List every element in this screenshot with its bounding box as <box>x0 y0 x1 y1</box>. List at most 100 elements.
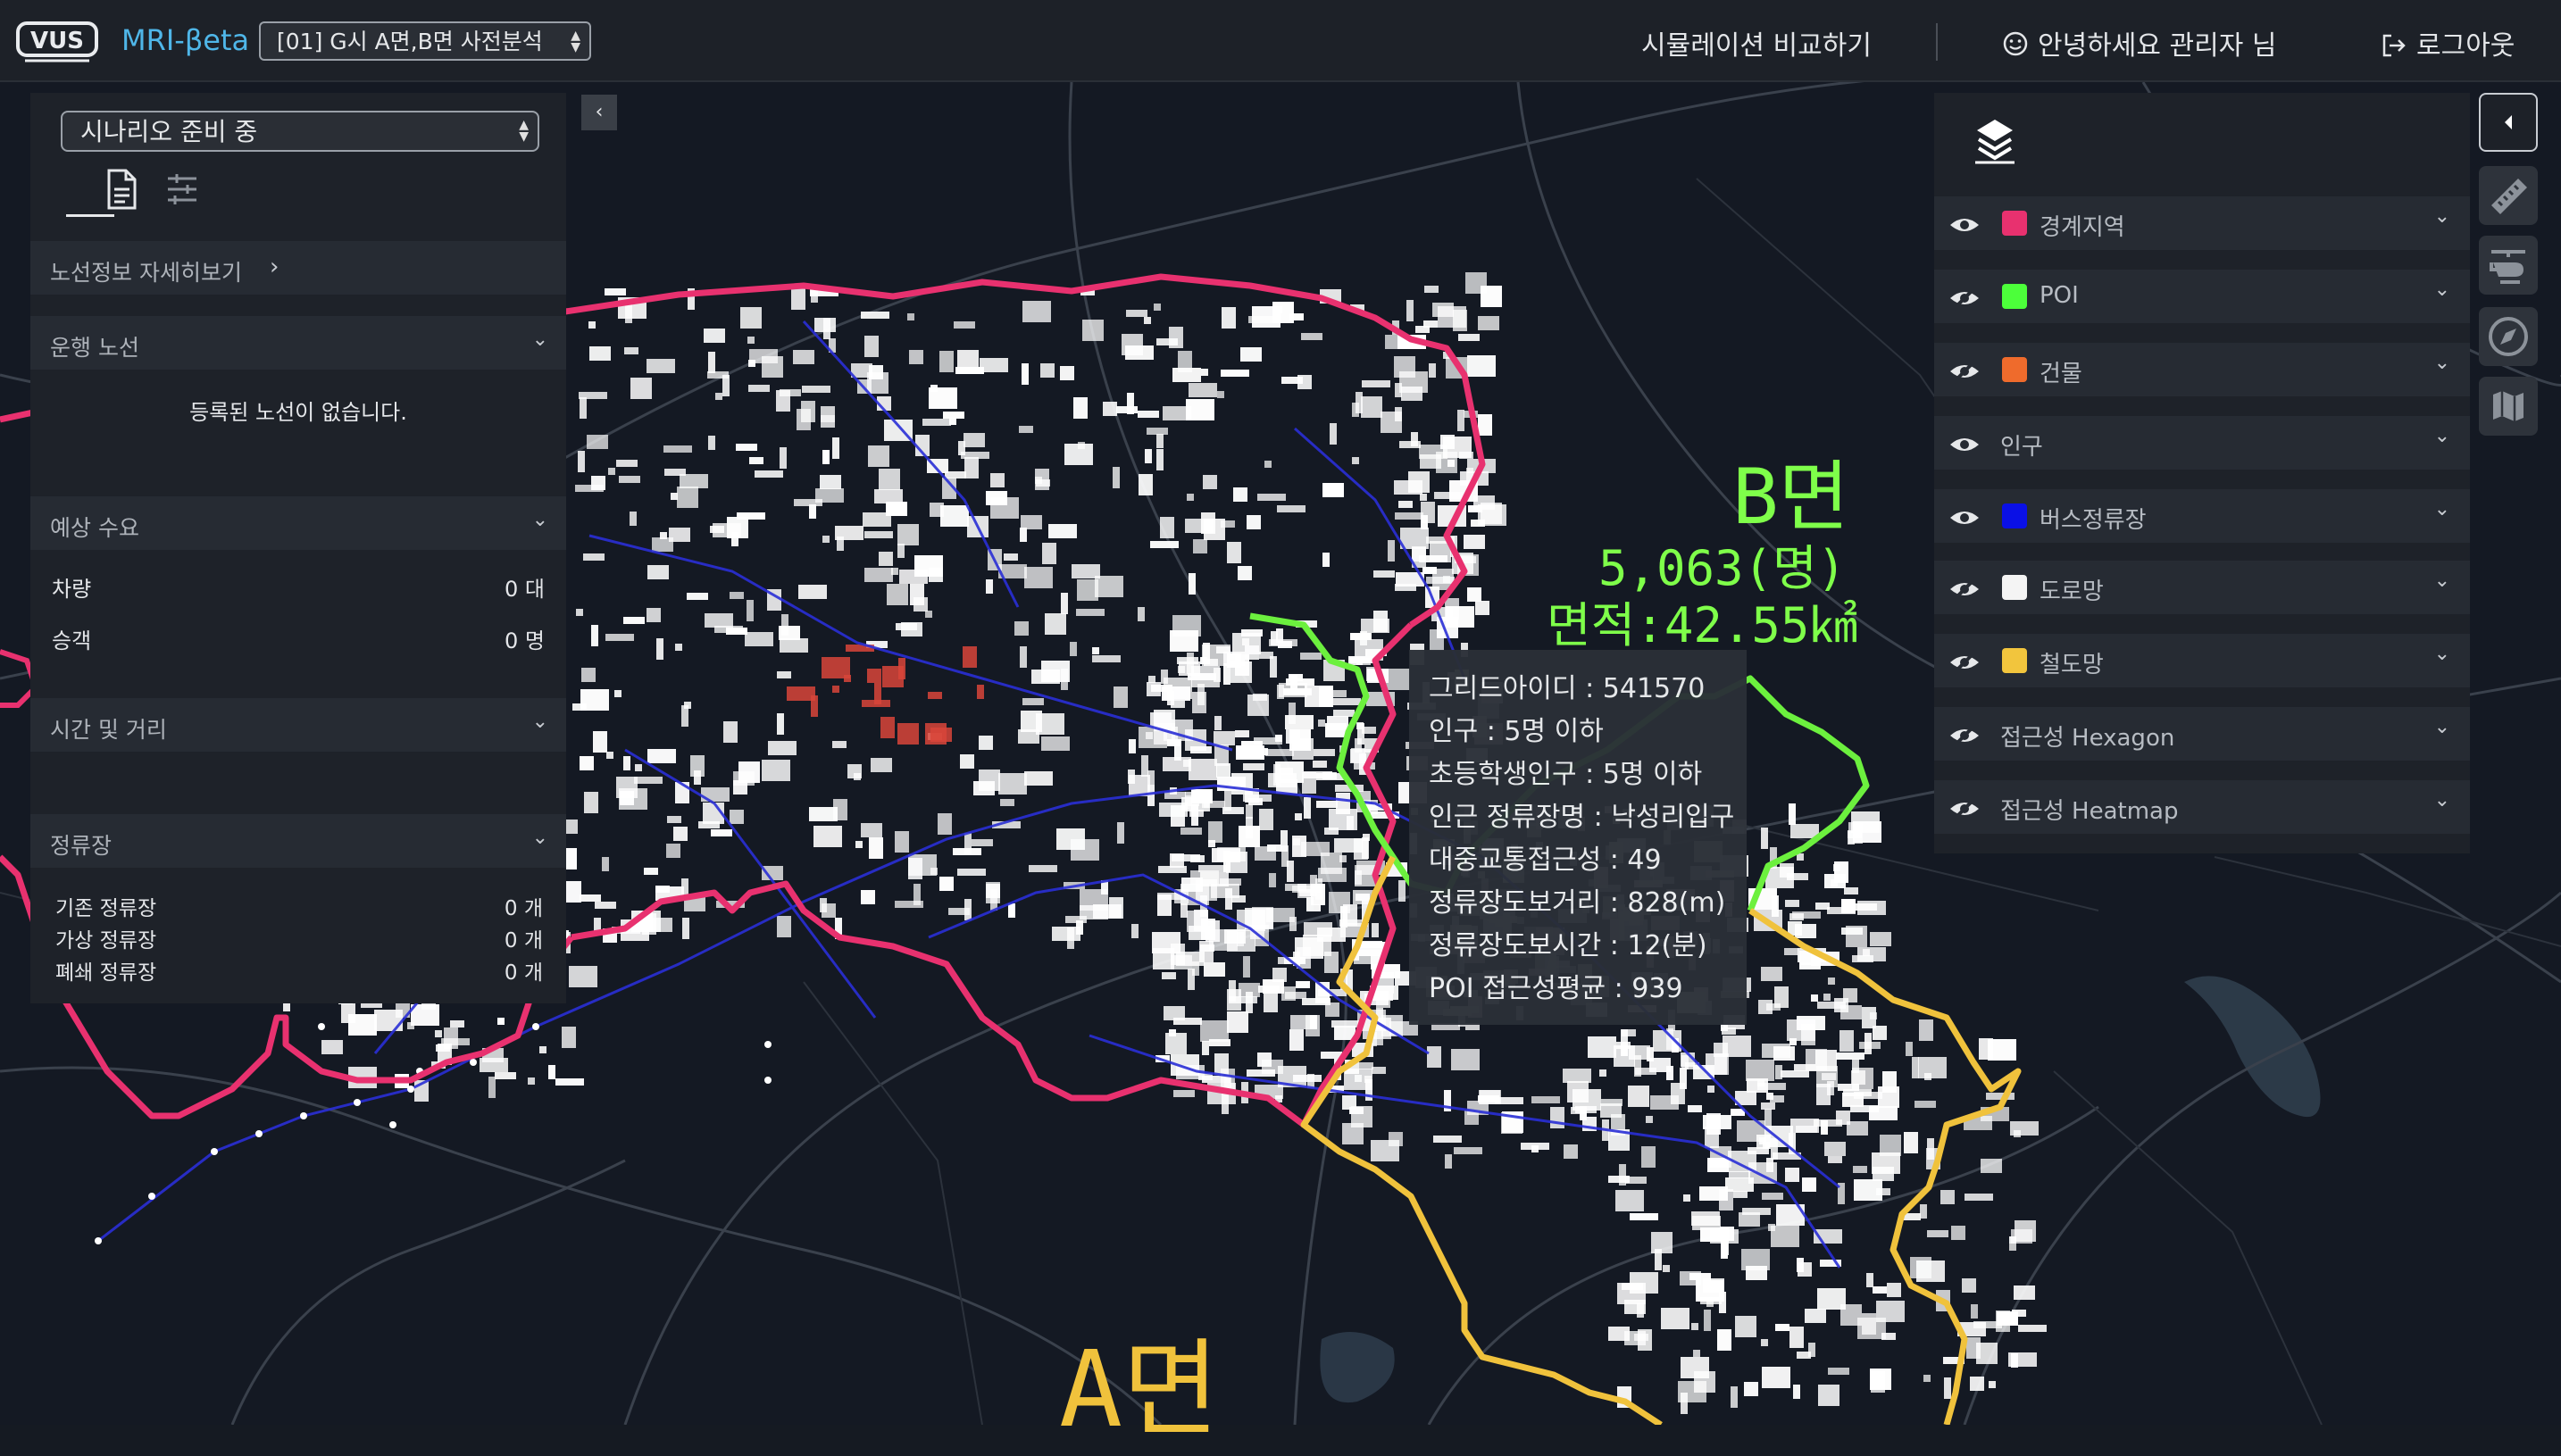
ruler-tool-button[interactable] <box>2479 166 2538 225</box>
chevron-down-icon: ⌄ <box>531 329 548 351</box>
active-tab-indicator <box>66 214 114 217</box>
logout-icon <box>2382 34 2406 57</box>
svg-text:VUS: VUS <box>30 28 84 54</box>
section-header-stops[interactable]: 정류장 ⌄ <box>30 814 566 868</box>
chevron-down-icon: ⌄ <box>531 827 548 849</box>
eye-icon[interactable] <box>1947 505 1982 530</box>
eye-slash-icon[interactable] <box>1947 286 1982 311</box>
layer-color-swatch <box>2002 357 2027 382</box>
chevron-down-icon[interactable]: ⌄ <box>2434 279 2450 301</box>
scenario-status-value: 시나리오 준비 중 <box>80 117 258 146</box>
scenario-panel: 시나리오 준비 중 ▲ ▼ 노선정보 자세히보기 › 운행 노선 ⌄ 등록된 노선… <box>30 93 566 1003</box>
nav-divider <box>1936 23 1938 61</box>
updown-arrows-icon: ▲ ▼ <box>571 29 580 54</box>
tooltip-grid-id: 그리드아이디 : 541570 <box>1429 673 1706 704</box>
stops-closed-value: 0 개 <box>504 961 543 985</box>
tooltip-elementary-population: 초등학생인구 : 5명 이하 <box>1429 759 1703 790</box>
chevron-down-icon[interactable]: ⌄ <box>2434 352 2450 374</box>
scenario-select[interactable]: [01] G시 A면,B면 사전분석 ▲ ▼ <box>259 21 591 61</box>
route-detail-link[interactable]: 노선정보 자세히보기 › <box>30 241 566 295</box>
demand-passenger-label: 승객 <box>52 628 92 653</box>
layer-label: 건물 <box>2040 361 2082 387</box>
empty-route-message: 등록된 노선이 없습니다. <box>189 400 407 425</box>
collapse-arrow-icon <box>2505 115 2512 129</box>
map-icon <box>2493 391 2523 421</box>
chevron-down-icon[interactable]: ⌄ <box>2434 570 2450 592</box>
collapse-layer-panel-button[interactable] <box>2479 93 2538 152</box>
layer-label: 인구 <box>2000 434 2043 461</box>
layer-color-swatch <box>2002 575 2027 600</box>
map-tool-button[interactable] <box>2479 377 2538 436</box>
eye-slash-icon[interactable] <box>1947 577 1982 602</box>
layer-label: 접근성 Heatmap <box>2000 798 2179 825</box>
chevron-down-icon[interactable]: ⌄ <box>2434 425 2450 447</box>
layer-row[interactable]: 접근성 Heatmap ⌄ <box>1934 780 2470 834</box>
helicopter-tool-button[interactable] <box>2479 236 2538 295</box>
chevron-left-icon: ‹ <box>595 101 604 123</box>
chevron-down-icon[interactable]: ⌄ <box>2434 716 2450 738</box>
layer-color-swatch <box>2002 648 2027 673</box>
layers-icon[interactable] <box>1970 114 2020 166</box>
tooltip-transit-accessibility: 대중교통접근성 : 49 <box>1429 844 1662 876</box>
section-header-demand[interactable]: 예상 수요 ⌄ <box>30 496 566 550</box>
stops-existing-label: 기존 정류장 <box>55 897 157 920</box>
layer-row[interactable]: 철도망 ⌄ <box>1934 634 2470 687</box>
layer-label: 도로망 <box>2040 578 2104 605</box>
collapse-panel-button[interactable]: ‹ <box>581 95 617 130</box>
section-body-demand: 차량 0 대 승객 0 명 <box>30 550 566 684</box>
layer-row[interactable]: 접근성 Hexagon ⌄ <box>1934 707 2470 761</box>
scenario-select-value: [01] G시 A면,B면 사전분석 <box>277 29 543 54</box>
layer-color-swatch <box>2002 503 2027 528</box>
chevron-down-icon[interactable]: ⌄ <box>2434 205 2450 228</box>
grid-info-tooltip: 그리드아이디 : 541570 인구 : 5명 이하 초등학생인구 : 5명 이… <box>1409 650 1747 1025</box>
layer-label: 접근성 Hexagon <box>2000 725 2175 752</box>
layer-panel: 경계지역 ⌄ POI ⌄ 건물 ⌄ 인구 ⌄ 버스정류장 ⌄ 도로망 ⌄ 철도망 ⌄ 접근성 Hexagon… <box>1934 93 2470 853</box>
section-body-time-distance <box>30 752 566 805</box>
chevron-down-icon[interactable]: ⌄ <box>2434 789 2450 811</box>
section-body-operation: 등록된 노선이 없습니다. <box>30 370 566 468</box>
top-bar: VUS MRI-βeta [01] G시 A면,B면 사전분석 ▲ ▼ 시뮬레이션… <box>0 0 2561 82</box>
smile-icon <box>2003 31 2028 56</box>
scenario-status-select[interactable]: 시나리오 준비 중 ▲ ▼ <box>61 111 539 152</box>
layer-row[interactable]: 버스정류장 ⌄ <box>1934 489 2470 543</box>
section-header-time-distance[interactable]: 시간 및 거리 ⌄ <box>30 698 566 752</box>
chevron-down-icon[interactable]: ⌄ <box>2434 643 2450 665</box>
demand-vehicle-label: 차량 <box>52 577 92 602</box>
layer-row[interactable]: 건물 ⌄ <box>1934 343 2470 396</box>
ruler-icon <box>2491 179 2527 214</box>
eye-slash-icon[interactable] <box>1947 723 1982 748</box>
eye-slash-icon[interactable] <box>1947 650 1982 675</box>
chevron-down-icon: ⌄ <box>531 509 548 531</box>
layer-row[interactable]: 경계지역 ⌄ <box>1934 196 2470 250</box>
layer-row[interactable]: 도로망 ⌄ <box>1934 561 2470 614</box>
vus-logo[interactable]: VUS <box>16 20 98 64</box>
compass-icon <box>2489 317 2528 356</box>
section-body-stops: 기존 정류장 0 개 가상 정류장 0 개 폐쇄 정류장 0 개 <box>30 868 566 1003</box>
chevron-down-icon: ⌄ <box>531 711 548 733</box>
simulation-compare-link[interactable]: 시뮬레이션 비교하기 <box>1641 23 1872 62</box>
tooltip-walk-distance: 정류장도보거리 : 828(m) <box>1429 887 1726 919</box>
layer-label: 버스정류장 <box>2040 507 2147 534</box>
stops-existing-value: 0 개 <box>504 897 543 920</box>
logout-button[interactable]: 로그아웃 <box>2416 23 2515 62</box>
tooltip-population: 인구 : 5명 이하 <box>1429 716 1604 747</box>
chevron-down-icon[interactable]: ⌄ <box>2434 498 2450 520</box>
user-greeting[interactable]: 안녕하세요 관리자 님 <box>2038 23 2276 62</box>
sliders-icon[interactable] <box>164 171 200 207</box>
layer-label: 철도망 <box>2040 652 2104 678</box>
eye-slash-icon[interactable] <box>1947 796 1982 821</box>
updown-arrows-icon: ▲ ▼ <box>519 118 529 144</box>
layer-color-swatch <box>2002 211 2027 236</box>
layer-label: 경계지역 <box>2040 214 2125 241</box>
app-name: MRI-βeta <box>121 23 250 57</box>
layer-row[interactable]: POI ⌄ <box>1934 270 2470 323</box>
eye-icon[interactable] <box>1947 212 1982 237</box>
compass-tool-button[interactable] <box>2479 307 2538 366</box>
chevron-right-icon: › <box>270 254 279 280</box>
document-icon[interactable] <box>104 168 139 211</box>
section-header-operation[interactable]: 운행 노선 ⌄ <box>30 316 566 370</box>
layer-row[interactable]: 인구 ⌄ <box>1934 416 2470 470</box>
eye-slash-icon[interactable] <box>1947 359 1982 384</box>
eye-icon[interactable] <box>1947 432 1982 457</box>
helicopter-icon <box>2490 250 2525 284</box>
